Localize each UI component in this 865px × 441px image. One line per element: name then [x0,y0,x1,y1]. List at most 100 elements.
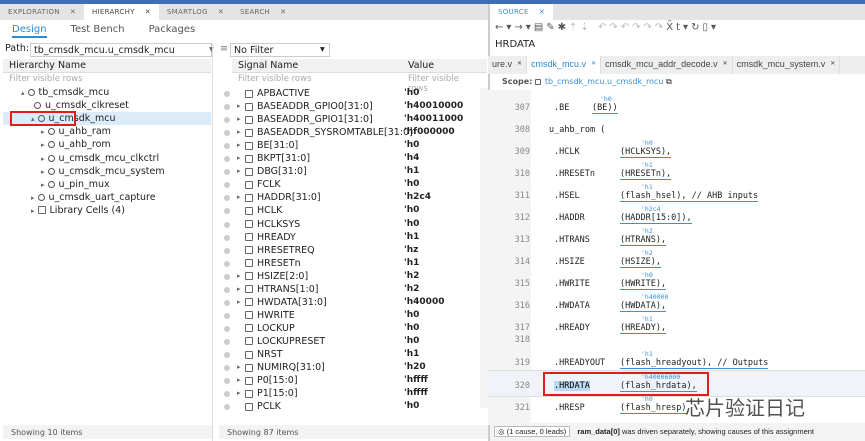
add-to-waveform-icon[interactable] [224,391,230,398]
value-annotation[interactable]: 'h0 [600,95,612,103]
close-icon[interactable]: ✕ [591,59,596,71]
book-icon[interactable]: ▤ [534,22,546,33]
value-annotation[interactable]: 'h0 [641,139,653,147]
add-to-waveform-icon[interactable] [224,247,230,254]
tab-design[interactable]: Design [12,24,47,38]
add-to-waveform-icon[interactable] [224,117,230,124]
signal-row[interactable]: PCLK'h0 [221,400,481,413]
signal-row[interactable]: ▸ P0[15:0]'hffff [221,374,481,387]
signal-row[interactable]: ▸ P1[15:0]'hffff [221,387,481,400]
signal-row[interactable]: ▸ HTRANS[1:0]'h2 [221,283,481,296]
expand-icon[interactable]: ▸ [31,207,35,215]
value-annotation[interactable]: 'h40000 [641,293,668,301]
source-search-input[interactable]: HRDATA [495,39,535,50]
expand-icon[interactable]: ▸ [237,387,241,400]
tab-smartlog[interactable]: SMARTLOG ✕ [159,4,232,20]
signal-row[interactable]: ▸ BKPT[31:0]'h4 [221,152,481,165]
file-tab[interactable]: cmsdk_mcu.v ✕ [527,56,602,74]
tab-test-bench[interactable]: Test Bench [71,24,125,38]
signal-row[interactable]: ▸ BE[31:0]'h0 [221,139,481,152]
code-signal[interactable]: (flash_hresp) [620,403,687,414]
filter-select[interactable]: No Filter [230,43,330,57]
add-to-waveform-icon[interactable] [224,182,230,189]
signal-row[interactable]: HRESETn'h1 [221,257,481,270]
hierarchy-item[interactable]: ▸ u_ahb_ram [3,125,211,138]
hierarchy-item[interactable]: ▸ u_cmsdk_mcu_system [3,165,211,178]
code-signal[interactable]: (BE)) [592,103,618,114]
t-icon[interactable]: t▾ [676,22,691,33]
hierarchy-item[interactable]: ▸ u_ahb_rom [3,138,211,151]
signal-row[interactable]: ▸ HWDATA[31:0]'h40000 [221,296,481,309]
expand-icon[interactable]: ▸ [31,194,35,202]
file-tab[interactable]: cmsdk_mcu_addr_decode.v ✕ [601,56,733,74]
expand-icon[interactable]: ▸ [41,141,45,149]
value-header[interactable]: Value [402,59,487,73]
value-annotation[interactable]: 'h1 [641,315,653,323]
bookmark-icon[interactable]: ▯▾ [702,22,719,33]
signal-row[interactable]: HRESETREQ'hz [221,244,481,257]
add-to-waveform-icon[interactable] [224,104,230,111]
add-to-waveform-icon[interactable] [224,286,230,293]
tab-source[interactable]: SOURCE ✕ [490,4,553,20]
add-to-waveform-icon[interactable] [224,91,230,97]
close-icon[interactable]: ✕ [517,59,522,71]
expand-icon[interactable]: ▸ [41,128,45,136]
step-icons[interactable]: ⇡⇣ ↶↷↶↷↷↷ [569,22,666,33]
signal-row[interactable]: ▸ BASEADDR_GPIO0[31:0]'h40010000 [221,100,481,113]
expand-icon[interactable]: ▴ [21,89,25,97]
close-icon[interactable]: ✕ [280,8,286,16]
signal-row[interactable]: NRST'h1 [221,348,481,361]
expand-icon[interactable]: ▸ [41,155,45,163]
code-signal[interactable]: (flash_hreadyout), // Outputs [620,358,769,369]
signal-row[interactable]: HCLK'h0 [221,204,481,217]
tab-packages[interactable]: Packages [149,24,196,38]
code-signal[interactable]: (HCLKSYS), [620,147,672,158]
file-tab[interactable]: cmsdk_mcu_system.v ✕ [733,56,841,74]
expand-icon[interactable]: ▸ [237,113,241,126]
add-to-waveform-icon[interactable] [224,221,230,228]
expand-icon[interactable]: ▸ [237,152,241,165]
signal-row[interactable]: ▸ HADDR[31:0]'h2c4 [221,191,481,204]
expand-icon[interactable]: ▸ [237,165,241,178]
add-to-waveform-icon[interactable] [224,365,230,372]
add-to-waveform-icon[interactable] [224,208,230,215]
signal-row[interactable]: LOCKUPRESET'h0 [221,335,481,348]
expand-icon[interactable]: ▸ [237,100,241,113]
expand-icon[interactable]: ▸ [41,168,45,176]
signal-row[interactable]: HWRITE'h0 [221,309,481,322]
expand-icon[interactable]: ▸ [237,283,241,296]
signal-row[interactable]: ▸ HSIZE[2:0]'h2 [221,270,481,283]
add-to-waveform-icon[interactable] [224,195,230,202]
tab-exploration[interactable]: EXPLORATION ✕ [0,4,84,20]
pen-icon[interactable]: ✎ [546,22,557,33]
add-to-waveform-icon[interactable] [224,130,230,137]
add-to-waveform-icon[interactable] [224,143,230,150]
code-signal[interactable]: (HREADY), [620,323,667,334]
add-to-waveform-icon[interactable] [224,234,230,241]
signal-row[interactable]: APBACTIVE'h0 [221,87,481,100]
add-to-waveform-icon[interactable] [224,352,230,358]
value-annotation[interactable]: 'h2 [641,249,653,257]
value-annotation[interactable]: 'h1 [641,183,653,191]
close-icon[interactable]: ✕ [539,8,545,16]
signal-row[interactable]: ▸ DBG[31:0]'h1 [221,165,481,178]
signal-filter-input[interactable]: Filter visible rows [232,74,402,87]
value-annotation[interactable]: 'h1 [641,161,653,169]
add-to-waveform-icon[interactable] [224,325,230,332]
value-annotation[interactable]: 'h2 [641,227,653,235]
signal-name-header[interactable]: Signal Name [232,59,402,73]
add-to-waveform-icon[interactable] [224,156,230,163]
causes-button[interactable]: ◎ (1 cause, 0 leads) [494,426,571,437]
value-annotation[interactable]: 'h2c4 [641,205,661,213]
value-annotation[interactable]: 'h0 [641,395,653,403]
close-icon[interactable]: ✕ [70,8,76,16]
signal-row[interactable]: FCLK'h0 [221,178,481,191]
expand-icon[interactable]: ▸ [237,374,241,387]
signal-row[interactable]: ▸ BASEADDR_SYSROMTABLE[31:0]'hf000000 [221,126,481,139]
expand-icon[interactable]: ▸ [237,126,241,139]
hierarchy-item[interactable]: ▸ u_pin_mux [3,178,211,191]
signal-row[interactable]: ▸ NUMIRQ[31:0]'h20 [221,361,481,374]
code-signal[interactable]: (HRESETn), [620,169,672,180]
code-signal[interactable]: (HTRANS), [620,235,667,246]
signal-row[interactable]: HREADY'h1 [221,231,481,244]
